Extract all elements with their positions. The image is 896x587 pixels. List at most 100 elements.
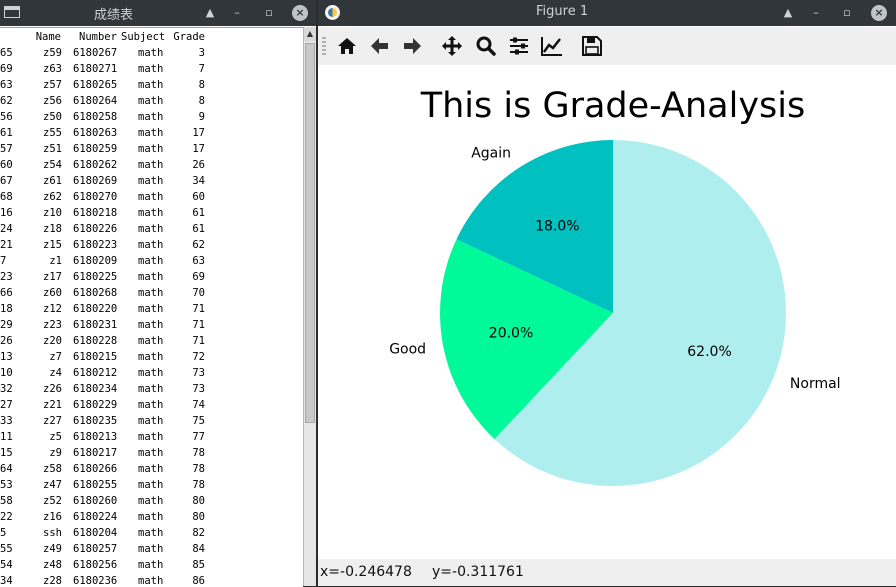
table-row[interactable]: 16 z10 6180218 math 61 bbox=[0, 206, 303, 222]
row-number: 6180220 bbox=[73, 303, 118, 315]
row-index: 66 bbox=[0, 287, 13, 299]
table-row[interactable]: 53 z47 6180255 math 78 bbox=[0, 478, 303, 494]
table-row[interactable]: 61 z55 6180263 math 17 bbox=[0, 126, 303, 142]
scroll-up-arrow-icon[interactable]: ▲ bbox=[304, 27, 316, 41]
row-grade: 71 bbox=[192, 319, 205, 331]
table-row[interactable]: 34 z28 6180236 math 86 bbox=[0, 574, 303, 587]
table-row[interactable]: 15 z9 6180217 math 78 bbox=[0, 446, 303, 462]
row-index: 29 bbox=[0, 319, 13, 331]
table-row[interactable]: 56 z50 6180258 math 9 bbox=[0, 110, 303, 126]
row-index: 56 bbox=[0, 111, 13, 123]
row-name: z10 bbox=[43, 207, 62, 219]
row-number: 6180266 bbox=[73, 463, 118, 475]
table-row[interactable]: 57 z51 6180259 math 17 bbox=[0, 142, 303, 158]
row-name: z63 bbox=[43, 63, 62, 75]
row-subject: math bbox=[138, 511, 164, 523]
table-row[interactable]: 22 z16 6180224 math 80 bbox=[0, 510, 303, 526]
configure-subplots-icon[interactable] bbox=[507, 35, 531, 57]
grade-table[interactable]: Name Number Subject Grade 65 z59 6180267 ma… bbox=[0, 27, 303, 587]
table-row[interactable]: 65 z59 6180267 math 3 bbox=[0, 46, 303, 62]
grade-table-window: 成绩表 ▲ – ▫ × Name Number Subject Grade 65… bbox=[0, 0, 316, 587]
table-row[interactable]: 62 z56 6180264 math 8 bbox=[0, 94, 303, 110]
table-row[interactable]: 7 z1 6180209 math 63 bbox=[0, 254, 303, 270]
toolbar-grip[interactable] bbox=[322, 37, 326, 57]
table-row[interactable]: 33 z27 6180235 math 75 bbox=[0, 414, 303, 430]
row-index: 62 bbox=[0, 95, 13, 107]
row-number: 6180225 bbox=[73, 271, 118, 283]
row-grade: 7 bbox=[198, 63, 205, 75]
edit-axes-icon[interactable] bbox=[540, 35, 564, 57]
row-name: z18 bbox=[43, 223, 62, 235]
row-name: z56 bbox=[43, 95, 62, 107]
maximize-icon[interactable]: ▫ bbox=[839, 5, 855, 21]
window-icon[interactable] bbox=[4, 6, 20, 18]
row-grade: 72 bbox=[192, 351, 205, 363]
table-row[interactable]: 27 z21 6180229 math 74 bbox=[0, 398, 303, 414]
figure-window-title: Figure 1 bbox=[536, 4, 589, 19]
table-row[interactable]: 67 z61 6180269 math 34 bbox=[0, 174, 303, 190]
row-grade: 62 bbox=[192, 239, 205, 251]
table-row[interactable]: 32 z26 6180234 math 73 bbox=[0, 382, 303, 398]
row-number: 6180215 bbox=[73, 351, 118, 363]
table-row[interactable]: 11 z5 6180213 math 77 bbox=[0, 430, 303, 446]
row-subject: math bbox=[138, 287, 164, 299]
row-subject: math bbox=[138, 559, 164, 571]
row-index: 55 bbox=[0, 543, 13, 555]
row-name: z54 bbox=[43, 159, 62, 171]
table-row[interactable]: 5 ssh 6180204 math 82 bbox=[0, 526, 303, 542]
home-icon[interactable] bbox=[335, 35, 359, 57]
back-arrow-icon[interactable] bbox=[368, 35, 392, 57]
row-index: 61 bbox=[0, 127, 13, 139]
row-subject: math bbox=[138, 255, 164, 267]
table-row[interactable]: 18 z12 6180220 math 71 bbox=[0, 302, 303, 318]
close-icon[interactable]: × bbox=[871, 5, 887, 21]
table-header: Name Number Subject Grade bbox=[0, 30, 303, 46]
table-row[interactable]: 55 z49 6180257 math 84 bbox=[0, 542, 303, 558]
table-row[interactable]: 23 z17 6180225 math 69 bbox=[0, 270, 303, 286]
row-name: ssh bbox=[43, 527, 62, 539]
figure-canvas[interactable]: This is Grade-Analysis Again 18.0% Good 20.… bbox=[318, 65, 896, 559]
row-name: z4 bbox=[49, 367, 62, 379]
table-row[interactable]: 68 z62 6180270 math 60 bbox=[0, 190, 303, 206]
row-grade: 61 bbox=[192, 207, 205, 219]
maximize-icon[interactable]: ▫ bbox=[261, 5, 277, 21]
row-subject: math bbox=[138, 463, 164, 475]
row-subject: math bbox=[138, 367, 164, 379]
table-row[interactable]: 13 z7 6180215 math 72 bbox=[0, 350, 303, 366]
row-grade: 74 bbox=[192, 399, 205, 411]
table-row[interactable]: 54 z48 6180256 math 85 bbox=[0, 558, 303, 574]
table-row[interactable]: 58 z52 6180260 math 80 bbox=[0, 494, 303, 510]
table-row[interactable]: 26 z20 6180228 math 71 bbox=[0, 334, 303, 350]
row-number: 6180258 bbox=[73, 111, 118, 123]
keep-above-icon[interactable]: ▲ bbox=[202, 5, 218, 21]
keep-above-icon[interactable]: ▲ bbox=[780, 5, 796, 21]
table-row[interactable]: 21 z15 6180223 math 62 bbox=[0, 238, 303, 254]
row-name: z27 bbox=[43, 415, 62, 427]
minimize-icon[interactable]: – bbox=[808, 5, 824, 21]
row-subject: math bbox=[138, 543, 164, 555]
close-icon[interactable]: × bbox=[292, 5, 308, 21]
python-icon[interactable] bbox=[325, 5, 340, 20]
table-row[interactable]: 10 z4 6180212 math 73 bbox=[0, 366, 303, 382]
vertical-scrollbar[interactable]: ▲ bbox=[303, 27, 316, 586]
row-subject: math bbox=[138, 271, 164, 283]
figure-window-titlebar[interactable]: Figure 1 ▲ – ▫ × bbox=[318, 0, 896, 26]
row-subject: math bbox=[138, 415, 164, 427]
zoom-icon[interactable] bbox=[474, 35, 498, 57]
table-row[interactable]: 60 z54 6180262 math 26 bbox=[0, 158, 303, 174]
forward-arrow-icon[interactable] bbox=[400, 35, 424, 57]
table-row[interactable]: 63 z57 6180265 math 8 bbox=[0, 78, 303, 94]
minimize-icon[interactable]: – bbox=[229, 5, 245, 21]
left-window-titlebar[interactable]: 成绩表 ▲ – ▫ × bbox=[0, 0, 316, 26]
table-row[interactable]: 66 z60 6180268 math 70 bbox=[0, 286, 303, 302]
pan-icon[interactable] bbox=[440, 35, 464, 57]
scrollbar-thumb[interactable] bbox=[305, 43, 315, 423]
figure-toolbar bbox=[318, 27, 896, 66]
table-row[interactable]: 24 z18 6180226 math 61 bbox=[0, 222, 303, 238]
row-number: 6180256 bbox=[73, 559, 118, 571]
table-row[interactable]: 69 z63 6180271 math 7 bbox=[0, 62, 303, 78]
row-index: 54 bbox=[0, 559, 13, 571]
table-row[interactable]: 29 z23 6180231 math 71 bbox=[0, 318, 303, 334]
save-icon[interactable] bbox=[580, 35, 604, 57]
table-row[interactable]: 64 z58 6180266 math 78 bbox=[0, 462, 303, 478]
